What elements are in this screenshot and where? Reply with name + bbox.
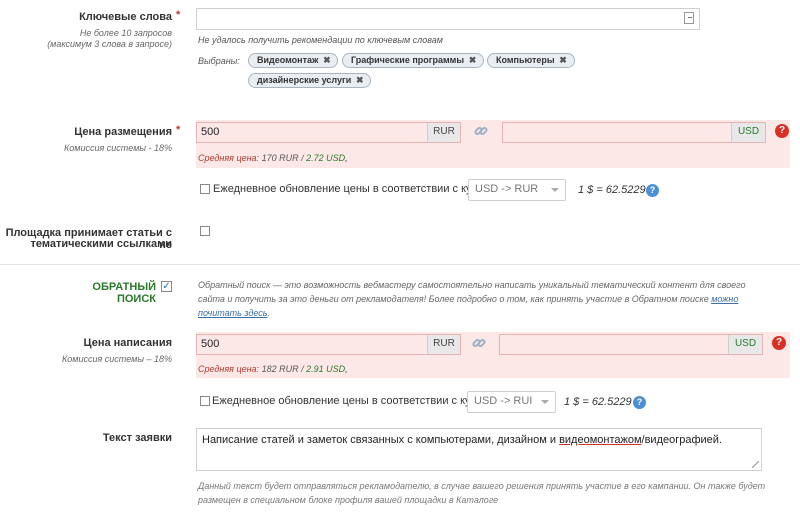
keywords-input[interactable] [196, 8, 700, 30]
chain-link-icon[interactable] [474, 124, 488, 138]
currency-rub: RUR [427, 335, 460, 354]
placement-daily-update-label: Ежедневное обновление цены в соответстви… [213, 183, 497, 195]
placement-rate-select[interactable]: USD -> RUR [468, 179, 566, 201]
chevron-down-icon [541, 400, 549, 404]
reverse-search-label: ОБРАТНЫЙ ПОИСК [92, 281, 156, 305]
writing-commission-note: Комиссия системы – 18% [61, 354, 172, 364]
application-text-label: Текст заявки [102, 432, 172, 444]
placement-commission-note: Комиссия системы - 18% [63, 143, 172, 153]
writing-price-rub-input[interactable]: 500 RUR [196, 334, 461, 355]
section-divider [0, 264, 800, 265]
keyword-tag: Видеомонтаж ✖ [248, 53, 339, 68]
reverse-search-checkbox[interactable]: ✓ [161, 281, 172, 292]
keywords-limit-note: Не более 10 запросов [79, 28, 172, 38]
writing-price-usd-input[interactable]: USD [499, 334, 763, 355]
placement-average-price: Средняя цена: 170 RUR / 2.72 USD, [198, 153, 348, 163]
chevron-down-icon [551, 188, 559, 192]
non-thematic-label-2: тематическими ссылками [30, 238, 172, 250]
keyword-tag: дизайнерские услуги ✖ [248, 73, 372, 88]
resize-grip-icon [684, 12, 694, 24]
keywords-limit-note-2: (максимум 3 слова в запросе) [47, 39, 172, 49]
placement-rate-text: 1 $ = 62.5229 ₽ [578, 184, 656, 196]
writing-rate-text: 1 $ = 62.5229 ₽ [564, 396, 642, 408]
keywords-required-mark: * [176, 9, 181, 21]
placement-price-required-mark: * [176, 124, 181, 136]
tag-remove-icon[interactable]: ✖ [558, 56, 568, 65]
non-thematic-checkbox[interactable] [200, 226, 210, 236]
tag-remove-icon[interactable]: ✖ [468, 56, 478, 65]
writing-price-label: Цена написания [83, 337, 172, 349]
application-textarea[interactable]: Написание статей и заметок связанных с к… [196, 428, 762, 471]
error-question-icon[interactable]: ? [772, 336, 786, 350]
error-question-icon[interactable]: ? [775, 124, 789, 138]
writing-daily-update-label: Ежедневное обновление цены в соответстви… [212, 395, 496, 407]
currency-usd: USD [728, 335, 762, 354]
currency-rub: RUR [427, 123, 460, 142]
reverse-search-description: Обратный поиск — это возможность вебмаст… [198, 280, 746, 318]
question-icon[interactable]: ? [633, 396, 646, 409]
keywords-error-text: Не удалось получить рекомендации по ключ… [198, 35, 443, 45]
keyword-tag: Компьютеры ✖ [487, 53, 575, 68]
currency-usd: USD [731, 123, 765, 142]
placement-price-label: Цена размещения [74, 126, 172, 138]
question-icon[interactable]: ? [646, 184, 659, 197]
resize-grip-icon[interactable] [752, 461, 759, 468]
writing-average-price: Средняя цена: 182 RUR / 2.91 USD, [198, 364, 348, 374]
application-text-hint: Данный текст будет отправляться рекламод… [198, 481, 766, 505]
keyword-tag: Графические программы ✖ [342, 53, 485, 68]
writing-rate-select[interactable]: USD -> RUI [467, 391, 556, 413]
keywords-label: Ключевые слова [79, 11, 172, 23]
keywords-selected-label: Выбраны: [198, 56, 240, 66]
tag-remove-icon[interactable]: ✖ [322, 56, 332, 65]
writing-daily-update-checkbox[interactable] [200, 396, 210, 406]
tag-remove-icon[interactable]: ✖ [355, 76, 365, 85]
placement-price-usd-input[interactable]: USD [502, 122, 766, 143]
placement-price-rub-input[interactable]: 500 RUR [196, 122, 461, 143]
chain-link-icon[interactable] [472, 336, 486, 350]
placement-daily-update-checkbox[interactable] [200, 184, 210, 194]
